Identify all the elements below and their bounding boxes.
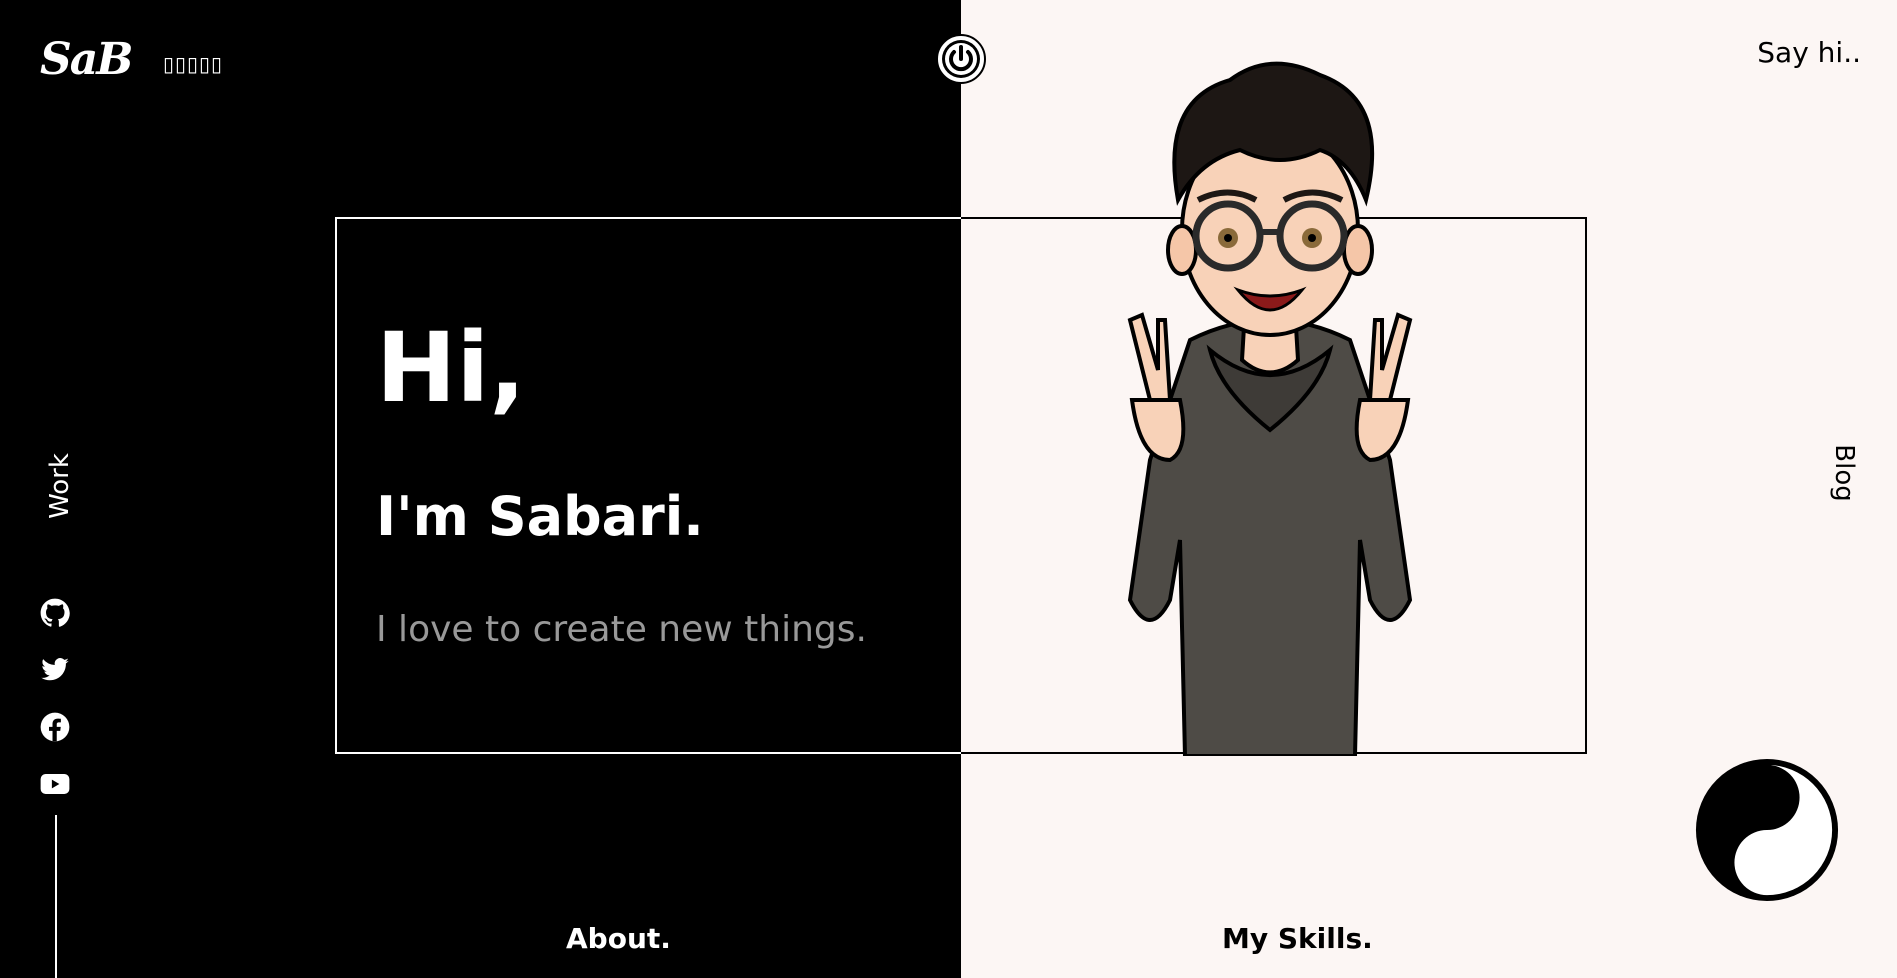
twitter-link[interactable] xyxy=(38,653,72,687)
github-icon xyxy=(40,598,70,627)
yin-yang-icon[interactable] xyxy=(1693,756,1841,904)
about-link[interactable]: About. xyxy=(566,922,671,955)
social-divider-line xyxy=(55,815,57,978)
work-link[interactable]: Work xyxy=(45,453,75,519)
avatar-illustration xyxy=(1127,61,1413,756)
hero-greeting: Hi, xyxy=(376,312,526,424)
hero-name: I'm Sabari. xyxy=(376,485,704,548)
logo-subtitle: ▯▯▯▯▯ xyxy=(163,52,224,76)
hero-tagline: I love to create new things. xyxy=(376,609,867,650)
facebook-link[interactable] xyxy=(38,710,72,744)
blog-link[interactable]: Blog xyxy=(1829,444,1859,501)
say-hi-link[interactable]: Say hi.. xyxy=(1757,36,1861,69)
power-icon xyxy=(942,40,980,78)
site-logo[interactable]: SaB xyxy=(40,34,133,85)
github-link[interactable] xyxy=(38,596,72,630)
facebook-icon xyxy=(40,712,70,742)
skills-link[interactable]: My Skills. xyxy=(1222,922,1373,955)
twitter-icon xyxy=(41,658,69,681)
theme-toggle-button[interactable] xyxy=(936,34,986,84)
youtube-link[interactable] xyxy=(38,767,72,801)
youtube-icon xyxy=(40,774,70,794)
